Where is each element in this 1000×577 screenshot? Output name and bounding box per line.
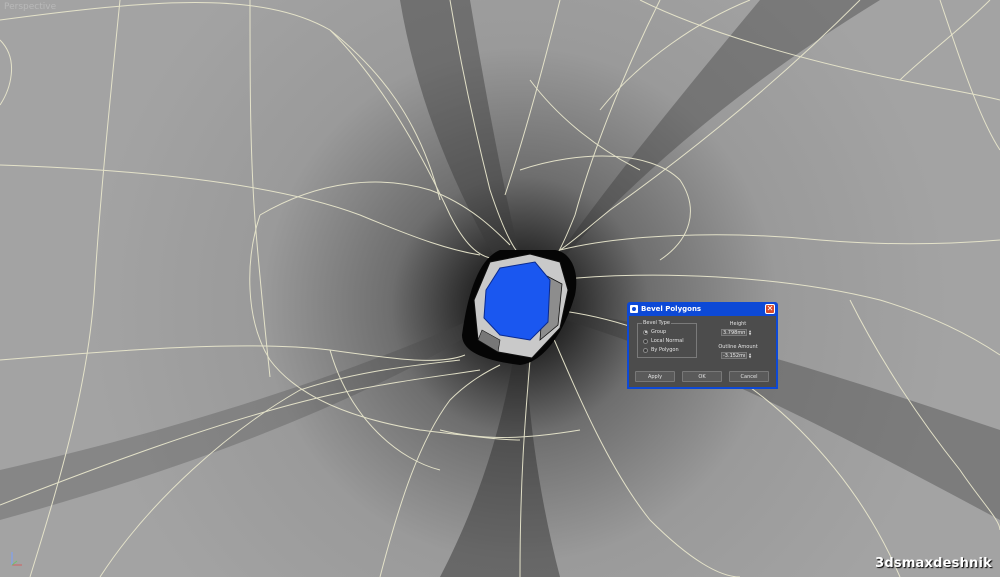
radio-local-normal-button[interactable] [643, 338, 648, 344]
outline-amount-input[interactable] [721, 352, 747, 359]
height-spinner[interactable]: ▲▼ [721, 329, 754, 336]
viewport-axis-icon [11, 552, 22, 566]
radio-local-normal-label: Local Normal [651, 338, 684, 344]
dialog-body: Bevel Type Group Local Normal By Polygon… [629, 316, 776, 387]
radio-by-polygon[interactable]: By Polygon [643, 347, 679, 353]
cancel-button[interactable]: Cancel [729, 371, 769, 382]
bevel-type-group: Bevel Type Group Local Normal By Polygon [637, 320, 697, 358]
radio-group[interactable]: Group [643, 329, 666, 335]
spinner-arrows-icon[interactable]: ▲ ▼ [747, 329, 753, 336]
height-input[interactable] [721, 329, 747, 336]
ok-button[interactable]: OK [682, 371, 722, 382]
outline-amount-spinner[interactable]: ▲▼ [721, 352, 754, 359]
watermark: 3dsmaxdeshnik [875, 556, 992, 571]
height-label: Height [729, 321, 747, 327]
radio-group-label: Group [651, 329, 667, 335]
viewport-canvas[interactable] [0, 0, 1000, 577]
close-icon[interactable]: ✕ [765, 304, 775, 314]
radio-group-button[interactable] [643, 329, 648, 335]
outline-amount-label: Outline Amount [718, 344, 758, 350]
dialog-titlebar[interactable]: Bevel Polygons ✕ [629, 302, 776, 316]
bevel-type-label: Bevel Type [642, 320, 672, 326]
bevel-polygons-dialog[interactable]: Bevel Polygons ✕ Bevel Type Group Local … [627, 302, 778, 389]
dialog-app-icon [630, 305, 638, 313]
apply-button[interactable]: Apply [635, 371, 675, 382]
radio-by-polygon-label: By Polygon [651, 347, 679, 353]
perspective-viewport[interactable]: Perspective 3dsmaxdeshnik [0, 0, 1000, 577]
radio-by-polygon-button[interactable] [643, 347, 648, 353]
dialog-title: Bevel Polygons [641, 305, 702, 313]
viewport-label[interactable]: Perspective [4, 2, 56, 12]
radio-local-normal[interactable]: Local Normal [643, 338, 684, 344]
spinner-arrows-icon[interactable]: ▲ ▼ [747, 352, 753, 359]
